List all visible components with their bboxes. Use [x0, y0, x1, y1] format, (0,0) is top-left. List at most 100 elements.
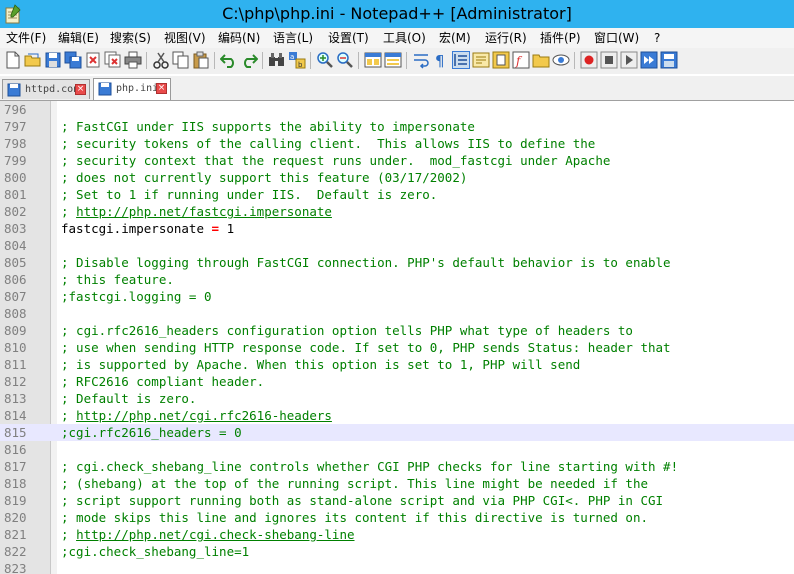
line-code[interactable]: ;fastcgi.logging = 0 [61, 288, 212, 305]
menu-help[interactable]: ? [654, 28, 660, 48]
code-line[interactable]: 805 ; Disable logging through FastCGI con… [0, 254, 794, 271]
code-line[interactable]: 821; http://php.net/cgi.check-shebang-li… [0, 526, 794, 543]
code-line[interactable]: 803 fastcgi.impersonate = 1 [0, 220, 794, 237]
line-code[interactable]: ;cgi.rfc2616_headers = 0 [61, 424, 242, 441]
code-line[interactable]: 802; http://php.net/fastcgi.impersonate [0, 203, 794, 220]
line-code[interactable]: ; Disable logging through FastCGI connec… [61, 254, 671, 271]
stop-recording-icon[interactable] [600, 51, 618, 69]
menu-edit[interactable]: 编辑(E) [58, 28, 99, 48]
monitoring-icon[interactable] [552, 51, 570, 69]
code-line[interactable]: 818 ; (shebang) at the top of the running… [0, 475, 794, 492]
code-line[interactable]: 809 ; cgi.rfc2616_headers configuration o… [0, 322, 794, 339]
code-line[interactable]: 813 ; Default is zero. [0, 390, 794, 407]
code-line[interactable]: 796 [0, 101, 794, 118]
line-code[interactable]: ; http://php.net/cgi.check-shebang-line [61, 526, 355, 543]
code-line[interactable]: 797 ; FastCGI under IIS supports the abil… [0, 118, 794, 135]
save-icon[interactable] [44, 51, 62, 69]
line-code[interactable]: ; mode skips this line and ignores its c… [61, 509, 648, 526]
redo-icon[interactable] [240, 51, 258, 69]
code-line[interactable]: 799 ; security context that the request r… [0, 152, 794, 169]
menu-file[interactable]: 文件(F) [6, 28, 46, 48]
function-list-icon[interactable]: f [512, 51, 530, 69]
replace-icon[interactable]: ab [288, 51, 306, 69]
code-line[interactable]: 812 ; RFC2616 compliant header. [0, 373, 794, 390]
code-line[interactable]: 808 [0, 305, 794, 322]
code-line[interactable]: 801 ; Set to 1 if running under IIS. Defa… [0, 186, 794, 203]
menu-window[interactable]: 窗口(W) [594, 28, 639, 48]
save-macro-icon[interactable] [660, 51, 678, 69]
title-bar[interactable]: C:\php\php.ini - Notepad++ [Administrato… [0, 0, 794, 28]
word-wrap-icon[interactable] [412, 51, 430, 69]
hyperlink[interactable]: http://php.net/fastcgi.impersonate [76, 204, 332, 219]
close-icon[interactable] [84, 51, 102, 69]
line-code[interactable]: ; http://php.net/cgi.rfc2616-headers [61, 407, 332, 424]
line-code[interactable]: fastcgi.impersonate = 1 [61, 220, 234, 237]
new-file-icon[interactable] [4, 51, 22, 69]
tab-httpd-conf[interactable]: httpd.conf × [2, 79, 90, 99]
line-code[interactable]: ;cgi.check_shebang_line=1 [61, 543, 249, 560]
menu-settings[interactable]: 设置(T) [328, 28, 369, 48]
code-line[interactable]: 798 ; security tokens of the calling clie… [0, 135, 794, 152]
user-defined-language-icon[interactable] [472, 51, 490, 69]
code-line[interactable]: 822 ;cgi.check_shebang_line=1 [0, 543, 794, 560]
line-code[interactable]: ; cgi.rfc2616_headers configuration opti… [61, 322, 633, 339]
menu-macro[interactable]: 宏(M) [439, 28, 471, 48]
code-line[interactable]: 814; http://php.net/cgi.rfc2616-headers [0, 407, 794, 424]
print-icon[interactable] [124, 51, 142, 69]
sync-horizontal-icon[interactable] [384, 51, 402, 69]
menu-view[interactable]: 视图(V) [164, 28, 206, 48]
indent-guide-icon[interactable] [452, 51, 470, 69]
code-line[interactable]: 810 ; use when sending HTTP response code… [0, 339, 794, 356]
zoom-out-icon[interactable] [336, 51, 354, 69]
close-all-icon[interactable] [104, 51, 122, 69]
hyperlink[interactable]: http://php.net/cgi.rfc2616-headers [76, 408, 332, 423]
editor[interactable]: 796 797 ; FastCGI under IIS supports the a… [0, 101, 794, 574]
menu-encoding[interactable]: 编码(N) [218, 28, 260, 48]
code-line[interactable]: 816 [0, 441, 794, 458]
code-line[interactable]: 800 ; does not currently support this fea… [0, 169, 794, 186]
cut-icon[interactable] [152, 51, 170, 69]
menu-search[interactable]: 搜索(S) [110, 28, 151, 48]
tab-close-icon[interactable]: × [75, 84, 86, 95]
find-icon[interactable] [268, 51, 286, 69]
save-all-icon[interactable] [64, 51, 82, 69]
open-file-icon[interactable] [24, 51, 42, 69]
menu-run[interactable]: 运行(R) [485, 28, 527, 48]
play-macro-icon[interactable] [620, 51, 638, 69]
undo-icon[interactable] [220, 51, 238, 69]
copy-icon[interactable] [172, 51, 190, 69]
paste-icon[interactable] [192, 51, 210, 69]
record-macro-icon[interactable] [580, 51, 598, 69]
tab-close-icon[interactable]: × [156, 83, 167, 94]
run-macro-multiple-icon[interactable] [640, 51, 658, 69]
tab-php-ini[interactable]: php.ini × [93, 78, 171, 100]
menu-plugins[interactable]: 插件(P) [540, 28, 581, 48]
line-code[interactable]: ; Set to 1 if running under IIS. Default… [61, 186, 437, 203]
menu-language[interactable]: 语言(L) [273, 28, 313, 48]
code-line[interactable]: 819 ; script support running both as stan… [0, 492, 794, 509]
line-code[interactable]: ; is supported by Apache. When this opti… [61, 356, 580, 373]
line-code[interactable]: ; Default is zero. [61, 390, 196, 407]
show-all-chars-icon[interactable]: ¶ [432, 51, 450, 69]
line-code[interactable]: ; RFC2616 compliant header. [61, 373, 264, 390]
code-line[interactable]: 823 [0, 560, 794, 574]
line-code[interactable]: ; use when sending HTTP response code. I… [61, 339, 671, 356]
document-map-icon[interactable] [492, 51, 510, 69]
sync-vertical-icon[interactable] [364, 51, 382, 69]
code-line[interactable]: 811 ; is supported by Apache. When this o… [0, 356, 794, 373]
code-line[interactable]: 807 ;fastcgi.logging = 0 [0, 288, 794, 305]
line-code[interactable]: ; this feature. [61, 271, 174, 288]
menu-tools[interactable]: 工具(O) [383, 28, 426, 48]
line-code[interactable]: ; http://php.net/fastcgi.impersonate [61, 203, 332, 220]
line-code[interactable]: ; security tokens of the calling client.… [61, 135, 595, 152]
hyperlink[interactable]: http://php.net/cgi.check-shebang-line [76, 527, 354, 542]
folder-as-workspace-icon[interactable] [532, 51, 550, 69]
code-line[interactable]: 804 [0, 237, 794, 254]
line-code[interactable]: ; script support running both as stand-a… [61, 492, 663, 509]
code-line[interactable]: 806 ; this feature. [0, 271, 794, 288]
zoom-in-icon[interactable] [316, 51, 334, 69]
line-code[interactable]: ; FastCGI under IIS supports the ability… [61, 118, 475, 135]
line-code[interactable]: ; does not currently support this featur… [61, 169, 467, 186]
code-line[interactable]: 820 ; mode skips this line and ignores it… [0, 509, 794, 526]
code-line[interactable]: 815 ;cgi.rfc2616_headers = 0 [0, 424, 794, 441]
